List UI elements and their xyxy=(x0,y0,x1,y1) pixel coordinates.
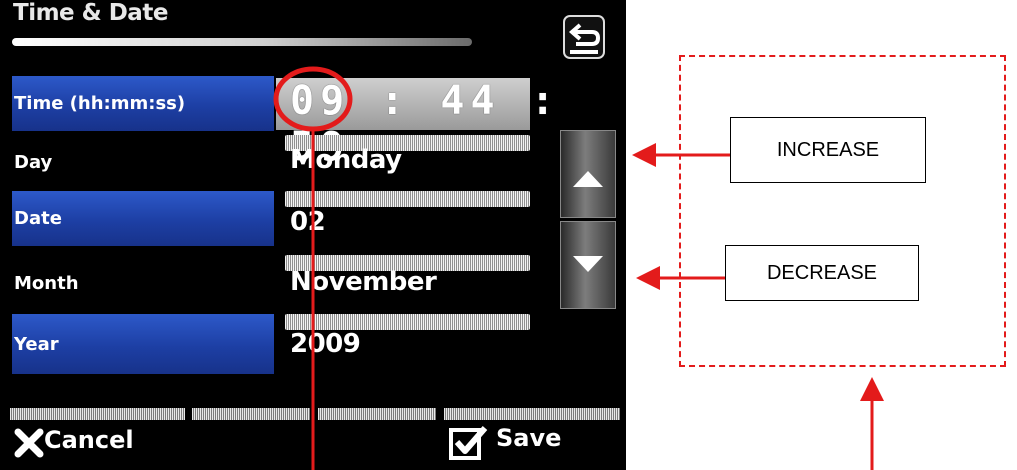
annotation-overlay xyxy=(273,66,884,470)
highlight-circle xyxy=(273,66,353,132)
